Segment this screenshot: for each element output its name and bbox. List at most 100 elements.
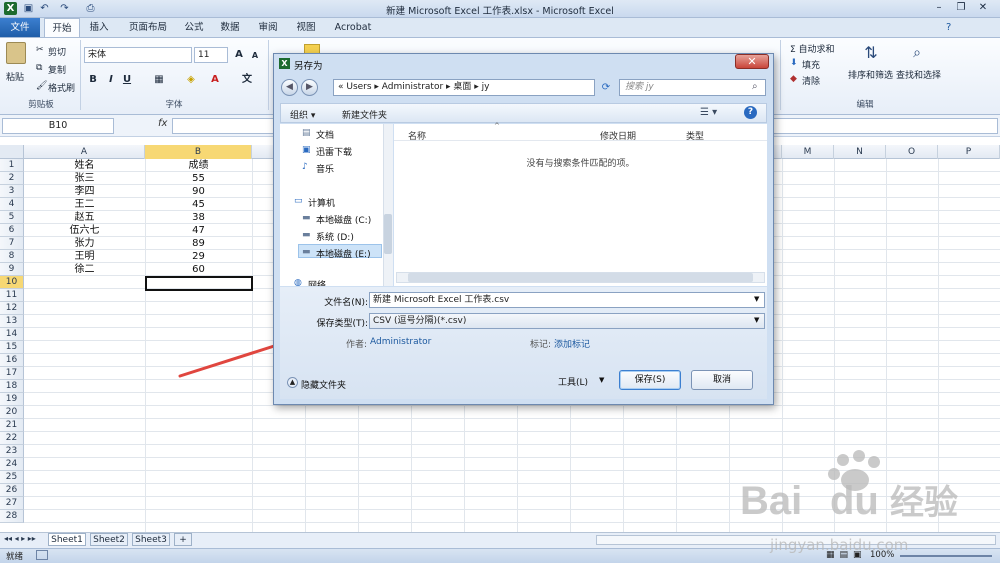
column-header-b[interactable]: B [145, 145, 252, 159]
sort-filter-button[interactable]: 排序和筛选 [848, 68, 893, 81]
column-modified[interactable]: 修改日期 [600, 129, 636, 142]
row-header-3[interactable]: 3 [0, 185, 24, 198]
sort-filter-icon[interactable]: ⇅ [860, 42, 882, 64]
tab-home[interactable]: 开始 [44, 18, 80, 37]
paste-label[interactable]: 粘贴 [6, 70, 24, 83]
copy-button[interactable]: 复制 [48, 63, 66, 76]
tab-data[interactable]: 数据 [216, 18, 244, 37]
binoculars-icon[interactable]: ⌕ [906, 42, 928, 64]
paste-icon[interactable] [6, 42, 26, 64]
tab-formulas[interactable]: 公式 [180, 18, 208, 37]
cell-b8[interactable]: 29 [145, 250, 252, 263]
column-header-a[interactable]: A [24, 145, 145, 159]
tab-page-layout[interactable]: 页面布局 [124, 18, 172, 37]
italic-button[interactable]: I [104, 73, 118, 87]
nav-network[interactable]: 网络 [308, 278, 326, 286]
font-size-select[interactable]: 11 [194, 47, 228, 63]
filetype-select[interactable]: CSV (逗号分隔)(*.csv) [369, 313, 765, 329]
filename-dropdown-icon[interactable]: ▼ [754, 295, 759, 303]
restore-icon[interactable]: ❐ [952, 1, 970, 15]
author-value[interactable]: Administrator [370, 337, 431, 347]
name-box[interactable]: B10 [2, 118, 114, 134]
row-header-8[interactable]: 8 [0, 250, 24, 263]
cell-b6[interactable]: 47 [145, 224, 252, 237]
font-name-select[interactable]: 宋体 [84, 47, 192, 63]
underline-button[interactable]: U [120, 73, 134, 87]
tools-button[interactable]: 工具(L) [558, 375, 588, 388]
collapse-icon[interactable]: ▲ [287, 377, 298, 388]
macro-record-icon[interactable] [36, 550, 48, 560]
cell-b4[interactable]: 45 [145, 198, 252, 211]
row-header-17[interactable]: 17 [0, 367, 24, 380]
autosum-button[interactable]: Σ 自动求和 [790, 42, 835, 55]
file-list-scroll-thumb[interactable] [408, 273, 753, 282]
shrink-font-icon[interactable]: A [248, 49, 262, 63]
cell-a8[interactable]: 王明 [24, 250, 145, 263]
address-breadcrumb[interactable]: « Users ▸ Administrator ▸ 桌面 ▸ jy [333, 79, 595, 96]
search-input[interactable]: 搜索 jy [619, 79, 766, 96]
column-header-p[interactable]: P [938, 145, 1000, 159]
row-header-18[interactable]: 18 [0, 380, 24, 393]
refresh-icon[interactable]: ⟳ [598, 80, 614, 95]
dialog-close-button[interactable]: ✕ [735, 54, 769, 69]
tab-insert[interactable]: 插入 [84, 18, 114, 37]
file-list[interactable] [394, 124, 767, 286]
sheet-tab-sheet1[interactable]: Sheet1 [48, 533, 86, 546]
hide-folders-button[interactable]: 隐藏文件夹 [301, 378, 346, 391]
sheet-nav-icon[interactable]: ◂◂ ◂ ▸ ▸▸ [4, 534, 36, 543]
nav-computer[interactable]: 计算机 [308, 196, 335, 209]
column-name[interactable]: 名称 [408, 129, 426, 142]
row-header-28[interactable]: 28 [0, 510, 24, 523]
cell-b3[interactable]: 90 [145, 185, 252, 198]
nav-drive-d[interactable]: 系统 (D:) [316, 230, 354, 243]
new-folder-button[interactable]: 新建文件夹 [342, 108, 387, 121]
borders-icon[interactable]: ▦ [152, 73, 166, 87]
nav-scrollbar[interactable] [383, 124, 393, 286]
cell-b5[interactable]: 38 [145, 211, 252, 224]
cell-a4[interactable]: 王二 [24, 198, 145, 211]
minimize-icon[interactable]: – [930, 1, 948, 15]
filename-input[interactable]: 新建 Microsoft Excel 工作表.csv [369, 292, 765, 308]
fill-button[interactable]: 填充 [802, 58, 820, 71]
column-type[interactable]: 类型 [686, 129, 704, 142]
clear-button[interactable]: 清除 [802, 74, 820, 87]
tab-view[interactable]: 视图 [292, 18, 320, 37]
nav-scroll-thumb[interactable] [384, 214, 392, 254]
find-select-button[interactable]: 查找和选择 [896, 68, 941, 81]
cell-b2[interactable]: 55 [145, 172, 252, 185]
nav-music[interactable]: 音乐 [316, 162, 334, 175]
row-header-11[interactable]: 11 [0, 289, 24, 302]
row-header-26[interactable]: 26 [0, 484, 24, 497]
nav-drive-e[interactable]: 本地磁盘 (E:) [316, 247, 371, 260]
row-header-21[interactable]: 21 [0, 419, 24, 432]
tab-acrobat[interactable]: Acrobat [330, 18, 376, 37]
insert-sheet-icon[interactable]: + [174, 533, 192, 546]
help-icon[interactable]: ? [946, 22, 951, 33]
sheet-tab-sheet3[interactable]: Sheet3 [132, 533, 170, 546]
save-button[interactable]: 保存(S) [619, 370, 681, 390]
cell-a2[interactable]: 张三 [24, 172, 145, 185]
add-tags-link[interactable]: 添加标记 [554, 337, 590, 350]
column-header-o[interactable]: O [886, 145, 938, 159]
row-header-7[interactable]: 7 [0, 237, 24, 250]
row-header-19[interactable]: 19 [0, 393, 24, 406]
forward-icon[interactable]: ▶ [301, 79, 318, 96]
cell-b7[interactable]: 89 [145, 237, 252, 250]
sheet-tab-sheet2[interactable]: Sheet2 [90, 533, 128, 546]
cancel-button[interactable]: 取消 [691, 370, 753, 390]
row-header-2[interactable]: 2 [0, 172, 24, 185]
cell-a6[interactable]: 伍六七 [24, 224, 145, 237]
tab-review[interactable]: 审阅 [254, 18, 282, 37]
row-header-13[interactable]: 13 [0, 315, 24, 328]
cell-a9[interactable]: 徐二 [24, 263, 145, 276]
tab-file[interactable]: 文件 [0, 18, 40, 37]
row-header-27[interactable]: 27 [0, 497, 24, 510]
row-header-24[interactable]: 24 [0, 458, 24, 471]
select-all-corner[interactable] [0, 145, 24, 159]
row-header-23[interactable]: 23 [0, 445, 24, 458]
nav-thunder-download[interactable]: 迅雷下载 [316, 145, 352, 158]
nav-drive-c[interactable]: 本地磁盘 (C:) [316, 213, 371, 226]
tools-dropdown-icon[interactable]: ▼ [599, 376, 604, 384]
row-header-10[interactable]: 10 [0, 276, 24, 289]
row-header-1[interactable]: 1 [0, 159, 24, 172]
